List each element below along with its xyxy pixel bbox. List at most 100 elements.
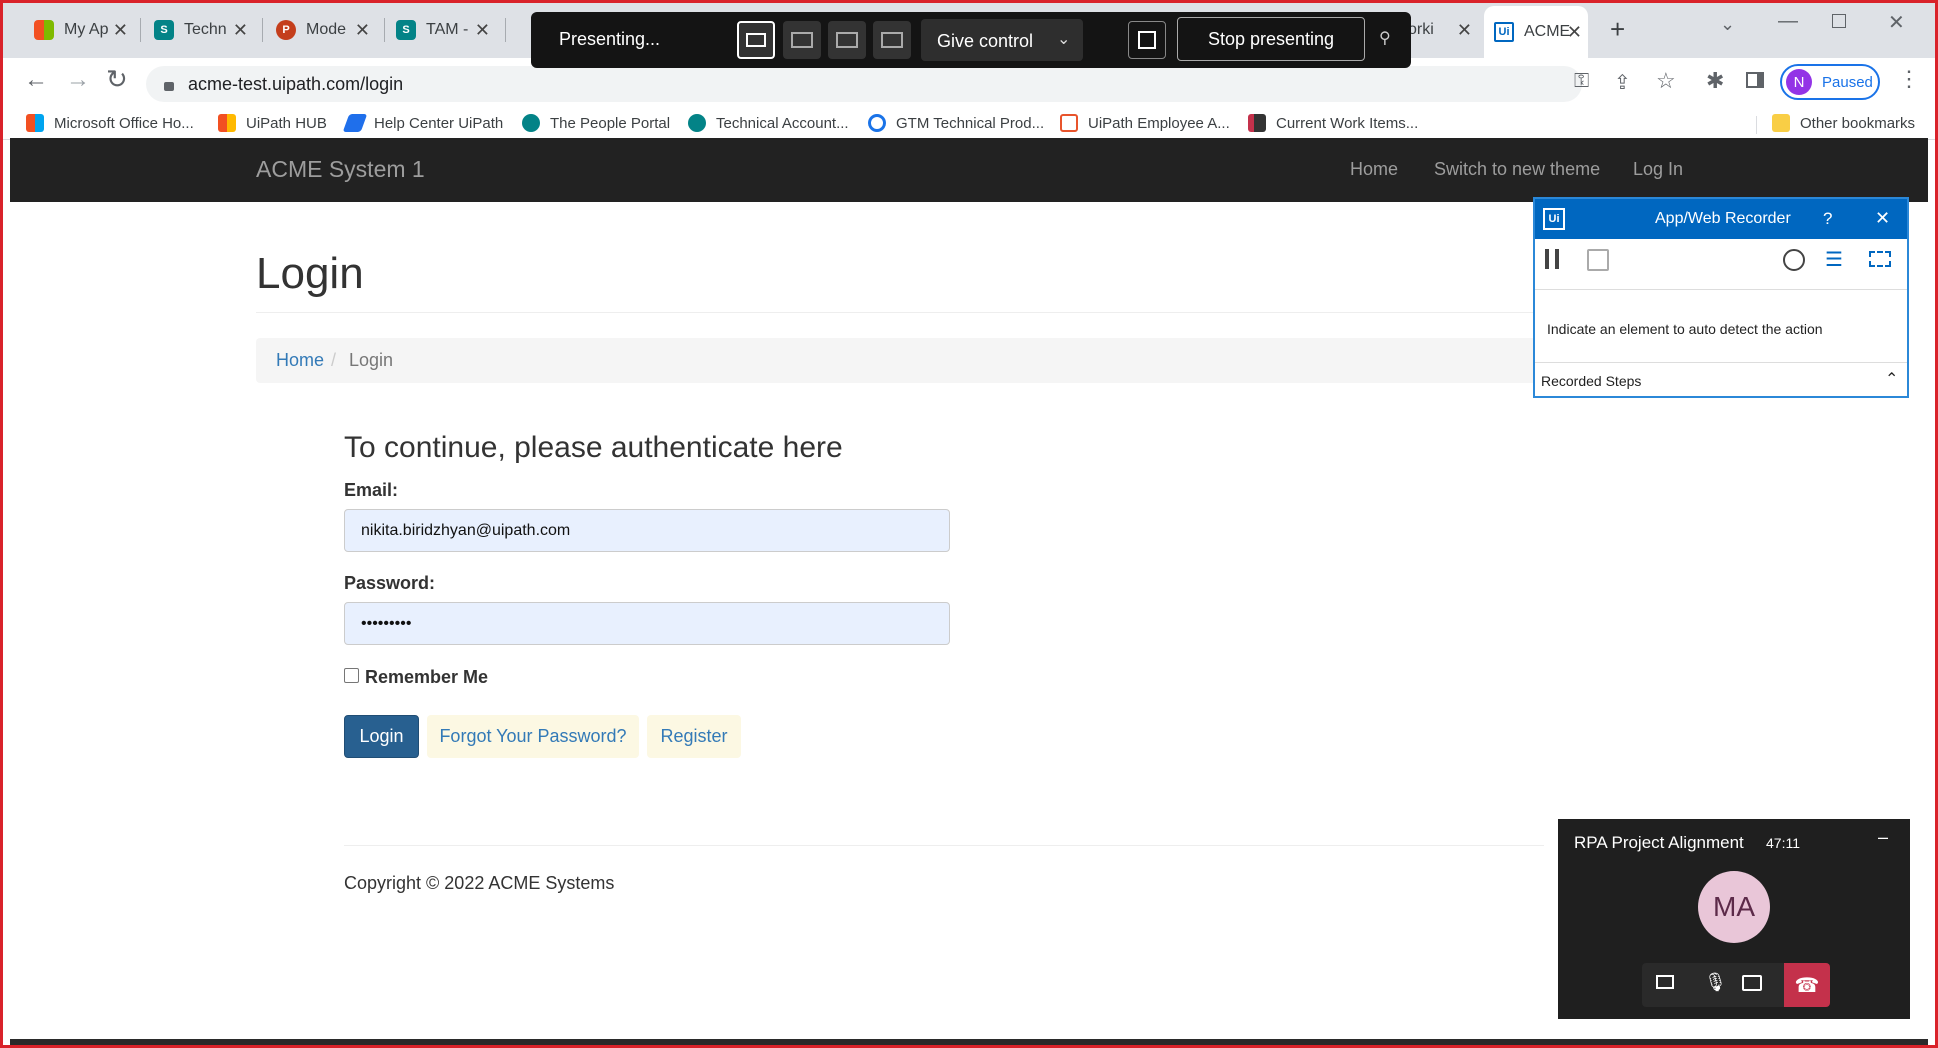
email-field[interactable]: nikita.biridzhyan@uipath.com bbox=[344, 509, 950, 552]
password-field[interactable]: ••••••••• bbox=[344, 602, 950, 645]
browser-tab-active[interactable]: Ui ACME ✕ bbox=[1484, 6, 1588, 58]
browser-tab[interactable]: P Mode ✕ bbox=[276, 10, 376, 50]
close-icon[interactable]: ✕ bbox=[1875, 208, 1890, 229]
bookmark-item[interactable]: UiPath HUB bbox=[218, 114, 327, 132]
forward-icon[interactable]: → bbox=[66, 66, 90, 94]
key-icon[interactable]: ⚿ bbox=[1574, 70, 1589, 93]
email-value: nikita.biridzhyan@uipath.com bbox=[361, 521, 571, 539]
sharepoint-icon: S bbox=[154, 20, 174, 40]
browser-tab[interactable]: orki ✕ bbox=[1408, 10, 1478, 50]
nav-login-link[interactable]: Log In bbox=[1633, 159, 1683, 180]
bookmark-item[interactable]: Current Work Items... bbox=[1248, 114, 1418, 132]
side-panel-icon[interactable] bbox=[1746, 72, 1764, 88]
tab-label: Techn bbox=[184, 21, 227, 38]
tab-search-icon[interactable]: ⌄ bbox=[1720, 14, 1735, 35]
breadcrumb-separator: / bbox=[331, 350, 337, 370]
screen-capture-icon[interactable] bbox=[1869, 251, 1891, 267]
meeting-window: RPA Project Alignment 47:11 – MA 🎙 ☎ bbox=[1558, 819, 1910, 1019]
menu-kebab-icon[interactable]: ⋮ bbox=[1898, 66, 1920, 92]
extensions-icon[interactable]: ✱ bbox=[1706, 68, 1724, 94]
target-icon[interactable] bbox=[1783, 249, 1805, 271]
tab-label: My Ap bbox=[64, 21, 109, 38]
bookmark-item[interactable]: Microsoft Office Ho... bbox=[26, 114, 194, 132]
browser-tab[interactable]: S Techn ✕ bbox=[154, 10, 254, 50]
save-steps-icon[interactable] bbox=[1587, 249, 1609, 271]
lock-icon bbox=[164, 81, 174, 91]
recorder-message: Indicate an element to auto detect the a… bbox=[1547, 321, 1823, 337]
share-icon[interactable]: ⇪ bbox=[1614, 70, 1631, 95]
share-tray-icon[interactable] bbox=[1742, 975, 1762, 991]
register-button[interactable]: Register bbox=[647, 715, 741, 758]
address-bar[interactable]: acme-test.uipath.com/login bbox=[146, 66, 1582, 102]
password-label: Password: bbox=[344, 573, 436, 593]
bookmark-item[interactable]: GTM Technical Prod... bbox=[868, 114, 1044, 132]
bookmark-label: UiPath Employee A... bbox=[1088, 114, 1230, 132]
bookmark-item[interactable]: Technical Account... bbox=[688, 114, 849, 132]
close-tab-icon[interactable]: ✕ bbox=[113, 20, 128, 41]
minimize-icon[interactable]: – bbox=[1878, 827, 1888, 848]
stop-sharing-icon[interactable] bbox=[1128, 21, 1166, 59]
other-bookmarks[interactable]: Other bookmarks bbox=[1772, 114, 1915, 132]
present-pip-layout-icon[interactable] bbox=[783, 21, 821, 59]
site-navbar: ACME System 1 Home Switch to new theme L… bbox=[10, 138, 1928, 202]
screenshot-root: My Ap ✕ S Techn ✕ P Mode ✕ S TAM - ✕ ork… bbox=[0, 0, 1938, 1048]
folder-icon bbox=[1772, 114, 1790, 132]
microsoft-icon bbox=[26, 114, 44, 132]
close-tab-icon[interactable]: ✕ bbox=[475, 20, 490, 41]
site-brand[interactable]: ACME System 1 bbox=[256, 156, 425, 183]
browser-tab[interactable]: S TAM - ✕ bbox=[396, 10, 496, 50]
tab-label: TAM - bbox=[426, 21, 469, 38]
profile-button[interactable]: N Paused bbox=[1780, 64, 1880, 100]
bookmarks-bar: Microsoft Office Ho... UiPath HUB Help C… bbox=[0, 110, 1938, 140]
presenting-toolbar: Presenting... Give control ⌄ Stop presen… bbox=[531, 12, 1411, 68]
remember-me-checkbox[interactable] bbox=[344, 668, 359, 683]
recorded-steps-header[interactable]: Recorded Steps ⌃ bbox=[1535, 362, 1907, 396]
pin-icon[interactable]: ⚲ bbox=[1379, 28, 1391, 48]
bookmark-item[interactable]: Help Center UiPath bbox=[342, 114, 504, 132]
sharepoint-icon bbox=[522, 114, 540, 132]
close-tab-icon[interactable]: ✕ bbox=[355, 20, 370, 41]
nav-home-link[interactable]: Home bbox=[1350, 159, 1398, 180]
close-tab-icon[interactable]: ✕ bbox=[1457, 20, 1472, 41]
bookmark-label: The People Portal bbox=[550, 114, 671, 132]
tab-separator bbox=[505, 18, 506, 42]
bookmark-item[interactable]: UiPath Employee A... bbox=[1060, 114, 1230, 132]
bookmark-item[interactable]: The People Portal bbox=[522, 114, 670, 132]
uipath-icon bbox=[1060, 114, 1078, 132]
help-icon[interactable]: ? bbox=[1823, 209, 1832, 229]
hang-up-button[interactable]: ☎ bbox=[1784, 963, 1830, 1007]
breadcrumb-home-link[interactable]: Home bbox=[276, 350, 324, 371]
avatar: MA bbox=[1698, 871, 1770, 943]
chevron-up-icon[interactable]: ⌃ bbox=[1885, 369, 1898, 389]
login-button[interactable]: Login bbox=[344, 715, 419, 758]
camera-off-icon[interactable] bbox=[1656, 975, 1674, 989]
breadcrumb: Home / Login bbox=[256, 338, 1546, 383]
back-icon[interactable]: ← bbox=[24, 66, 48, 94]
present-reporter-layout-icon[interactable] bbox=[873, 21, 911, 59]
close-tab-icon[interactable]: ✕ bbox=[233, 20, 248, 41]
auth-heading: To continue, please authenticate here bbox=[344, 431, 843, 464]
pause-icon[interactable] bbox=[1545, 249, 1559, 269]
restore-icon[interactable] bbox=[1832, 14, 1846, 28]
steps-list-icon[interactable]: ☰ bbox=[1825, 247, 1843, 272]
tab-label: Mode bbox=[306, 21, 347, 38]
forgot-password-button[interactable]: Forgot Your Password? bbox=[427, 715, 639, 758]
minimize-icon[interactable]: — bbox=[1778, 10, 1798, 33]
remember-me-label[interactable]: Remember Me bbox=[365, 667, 488, 688]
profile-avatar: N bbox=[1786, 69, 1812, 95]
nav-switch-theme-link[interactable]: Switch to new theme bbox=[1434, 159, 1600, 180]
close-tab-icon[interactable]: ✕ bbox=[1567, 22, 1582, 43]
reload-icon[interactable]: ↻ bbox=[106, 64, 128, 95]
bookmark-star-icon[interactable]: ☆ bbox=[1656, 68, 1676, 94]
new-tab-icon[interactable]: + bbox=[1610, 14, 1625, 45]
present-side-layout-icon[interactable] bbox=[828, 21, 866, 59]
bookmark-label: Help Center UiPath bbox=[374, 114, 504, 132]
browser-tab[interactable]: My Ap ✕ bbox=[34, 10, 134, 50]
work-items-icon bbox=[1248, 114, 1266, 132]
present-screen-layout-icon[interactable] bbox=[737, 21, 775, 59]
stop-presenting-button[interactable]: Stop presenting bbox=[1177, 17, 1365, 61]
close-window-icon[interactable]: ✕ bbox=[1888, 10, 1905, 35]
give-control-dropdown[interactable]: Give control ⌄ bbox=[921, 19, 1083, 61]
microphone-icon[interactable]: 🎙 bbox=[1704, 972, 1727, 993]
tab-label: ACME bbox=[1524, 23, 1571, 40]
